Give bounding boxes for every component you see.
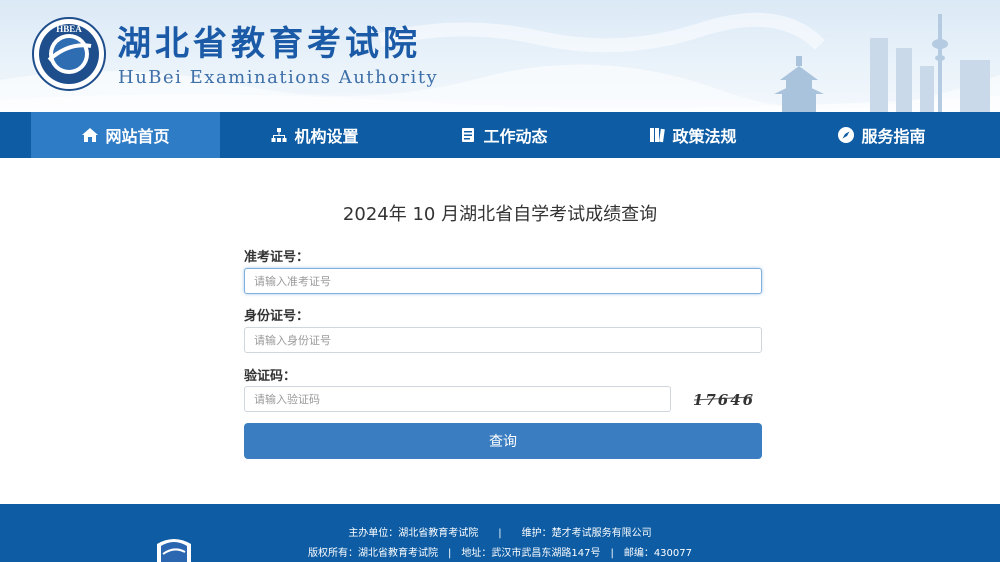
- query-button[interactable]: 查询: [244, 423, 762, 459]
- site-title: 湖北省教育考试院: [117, 24, 421, 64]
- id-card-label: 身份证号：: [244, 309, 310, 324]
- nav-item-label: 网站首页: [105, 127, 170, 146]
- captcha-input[interactable]: [244, 386, 671, 412]
- exam-id-label: 准考证号：: [244, 250, 310, 265]
- captcha-image[interactable]: 17646: [692, 387, 756, 411]
- captcha-text: 17646: [693, 391, 755, 409]
- captcha-label: 验证码：: [244, 369, 297, 384]
- header-banner: HBEA 湖北省教育考试院 HuBei Examinations Authori…: [0, 0, 1000, 112]
- hbea-logo: HBEA: [32, 17, 106, 91]
- nav-item-label: 服务指南: [861, 127, 926, 146]
- logo-lettering: HBEA: [56, 24, 82, 34]
- document-icon: [462, 128, 475, 142]
- compass-icon: [838, 127, 855, 143]
- skyline-illustration: [774, 14, 990, 112]
- org-chart-icon: [271, 128, 287, 142]
- nav-item-label: 工作动态: [483, 127, 548, 146]
- footer-sponsor-line: 主办单位：湖北省教育考试院 | 维护：楚才考试服务有限公司: [348, 528, 652, 539]
- site-subtitle: HuBei Examinations Authority: [118, 67, 439, 88]
- nav-item-label: 政策法规: [672, 127, 737, 146]
- form-title: 2024年 10 月湖北省自学考试成绩查询: [342, 204, 658, 225]
- nav-item-home[interactable]: 网站首页: [31, 112, 220, 158]
- nav-item-news[interactable]: 工作动态: [409, 112, 598, 158]
- nav-item-service-guide[interactable]: 服务指南: [787, 112, 976, 158]
- books-icon: [650, 128, 666, 143]
- id-card-input[interactable]: [244, 327, 762, 353]
- exam-id-input[interactable]: [244, 268, 762, 294]
- nav-item-organization[interactable]: 机构设置: [220, 112, 409, 158]
- government-badge-icon: [157, 539, 191, 562]
- nav-item-policy[interactable]: 政策法规: [598, 112, 787, 158]
- main-nav: 网站首页 机构设置 工作动态 政策法规 服务指南: [0, 112, 1000, 158]
- footer-copyright-line: 版权所有：湖北省教育考试院 | 地址：武汉市武昌东湖路147号 | 邮编：430…: [308, 548, 692, 559]
- home-icon: [82, 128, 99, 142]
- nav-item-label: 机构设置: [294, 127, 359, 146]
- footer: 主办单位：湖北省教育考试院 | 维护：楚才考试服务有限公司 版权所有：湖北省教育…: [0, 504, 1000, 562]
